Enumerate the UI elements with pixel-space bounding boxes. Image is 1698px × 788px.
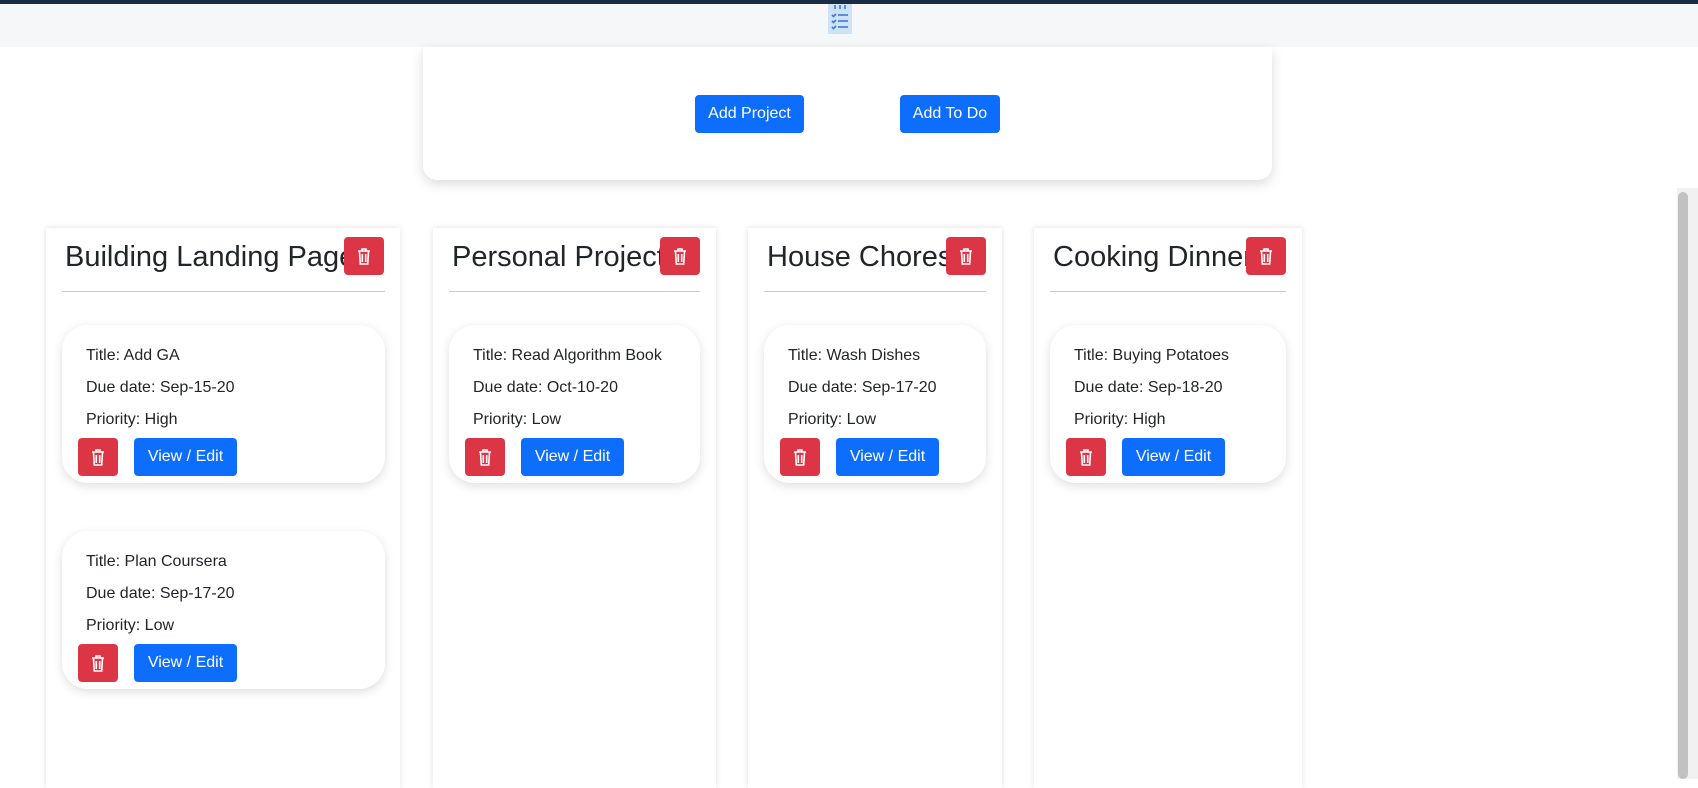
project-title: Personal Project (452, 241, 665, 273)
todo-priority: Priority: Low (788, 411, 877, 428)
todo-card: Title: Read Algorithm Book Due date: Oct… (449, 325, 700, 483)
divider (62, 291, 385, 292)
todo-card: Title: Buying Potatoes Due date: Sep-18-… (1050, 325, 1286, 483)
project-title: Building Landing Page (65, 241, 356, 273)
divider (449, 291, 700, 292)
view-edit-button[interactable]: View / Edit (521, 438, 624, 476)
todo-priority: Priority: Low (86, 617, 175, 634)
trash-icon (358, 247, 370, 265)
project-column: House Chores Title: Wash Dishes Due date… (748, 228, 1002, 788)
trash-icon (92, 448, 104, 466)
todo-priority: Priority: High (86, 411, 178, 428)
delete-todo-button[interactable] (780, 438, 820, 476)
todo-title: Title: Wash Dishes (788, 347, 921, 364)
project-column: Cooking Dinner Title: Buying Potatoes Du… (1034, 228, 1302, 788)
todo-priority: Priority: Low (473, 411, 562, 428)
add-project-button[interactable]: Add Project (695, 95, 804, 133)
divider (1050, 291, 1286, 292)
delete-project-button[interactable] (1246, 237, 1286, 275)
todo-title: Title: Plan Coursera (86, 553, 227, 570)
project-title: House Chores (767, 241, 953, 273)
trash-icon (92, 654, 104, 672)
todo-title: Title: Read Algorithm Book (473, 347, 662, 364)
trash-icon (794, 448, 806, 466)
delete-project-button[interactable] (946, 237, 986, 275)
project-title: Cooking Dinner (1053, 241, 1253, 273)
project-column: Personal Project Title: Read Algorithm B… (433, 228, 716, 788)
view-edit-button[interactable]: View / Edit (1122, 438, 1225, 476)
view-edit-button[interactable]: View / Edit (134, 438, 237, 476)
divider (764, 291, 986, 292)
checklist-icon[interactable] (828, 4, 852, 34)
project-column: Building Landing Page Title: Add GA Due … (46, 228, 400, 788)
todo-priority: Priority: High (1074, 411, 1166, 428)
trash-icon (960, 247, 972, 265)
delete-project-button[interactable] (660, 237, 700, 275)
delete-todo-button[interactable] (78, 644, 118, 682)
todo-title: Title: Buying Potatoes (1074, 347, 1230, 364)
todo-due-date: Due date: Oct-10-20 (473, 379, 618, 396)
delete-todo-button[interactable] (465, 438, 505, 476)
trash-icon (674, 247, 686, 265)
delete-project-button[interactable] (344, 237, 384, 275)
todo-card: Title: Wash Dishes Due date: Sep-17-20 P… (764, 325, 986, 483)
trash-icon (1260, 247, 1272, 265)
todo-due-date: Due date: Sep-18-20 (1074, 379, 1223, 396)
todo-due-date: Due date: Sep-17-20 (788, 379, 937, 396)
delete-todo-button[interactable] (1066, 438, 1106, 476)
scrollbar-thumb[interactable] (1678, 192, 1688, 779)
trash-icon (1080, 448, 1092, 466)
control-panel: Add Project Add To Do (423, 47, 1272, 180)
add-todo-button[interactable]: Add To Do (900, 95, 1000, 133)
todo-card: Title: Plan Coursera Due date: Sep-17-20… (62, 531, 385, 689)
trash-icon (479, 448, 491, 466)
todo-title: Title: Add GA (86, 347, 180, 364)
todo-card: Title: Add GA Due date: Sep-15-20 Priori… (62, 325, 385, 483)
todo-due-date: Due date: Sep-15-20 (86, 379, 235, 396)
view-edit-button[interactable]: View / Edit (836, 438, 939, 476)
delete-todo-button[interactable] (78, 438, 118, 476)
todo-due-date: Due date: Sep-17-20 (86, 585, 235, 602)
view-edit-button[interactable]: View / Edit (134, 644, 237, 682)
